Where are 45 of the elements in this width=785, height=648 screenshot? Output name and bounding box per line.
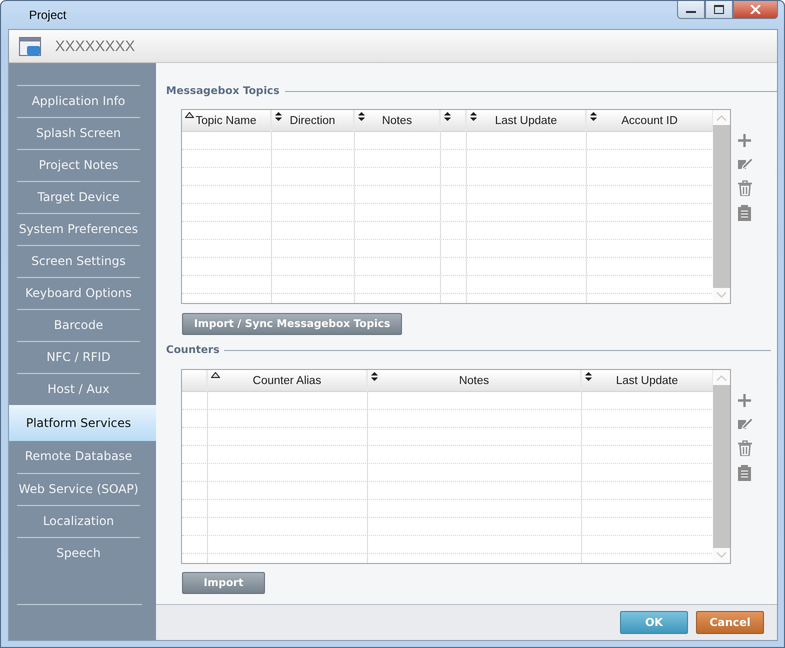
- sidebar-item[interactable]: Remote Database: [17, 441, 140, 473]
- sidebar-item[interactable]: Localization: [17, 505, 140, 537]
- sidebar-item[interactable]: Speech: [17, 537, 140, 569]
- edit-icon[interactable]: [736, 156, 752, 171]
- close-icon: [750, 5, 761, 14]
- sidebar-item[interactable]: Barcode: [17, 309, 140, 341]
- project-title: XXXXXXXX: [55, 38, 136, 54]
- window-title: Project: [29, 8, 66, 22]
- sidebar-item[interactable]: Target Device: [17, 181, 140, 213]
- window-icon: [19, 36, 41, 56]
- column-header[interactable]: Notes: [355, 110, 441, 132]
- edit-icon[interactable]: [736, 416, 752, 431]
- blank-column-header[interactable]: [441, 110, 467, 132]
- close-button[interactable]: [733, 1, 778, 19]
- add-icon[interactable]: [738, 394, 751, 407]
- column-header[interactable]: Topic Name: [182, 110, 272, 132]
- add-icon[interactable]: [738, 134, 751, 147]
- column-header[interactable]: Counter Alias: [208, 370, 368, 392]
- sidebar-item[interactable]: System Preferences: [17, 213, 140, 245]
- sidebar-item[interactable]: Application Info: [17, 85, 140, 117]
- sidebar-item[interactable]: Project Notes: [17, 149, 140, 181]
- sidebar-item[interactable]: Splash Screen: [17, 117, 140, 149]
- column-header[interactable]: Last Update: [467, 110, 587, 132]
- section-title: Counters: [166, 344, 220, 356]
- column-header[interactable]: Direction: [272, 110, 355, 132]
- sidebar-item[interactable]: NFC / RFID: [17, 341, 140, 373]
- column-header[interactable]: Notes: [368, 370, 582, 392]
- sidebar-item[interactable]: Platform Services: [9, 405, 156, 441]
- sidebar-item[interactable]: Keyboard Options: [17, 277, 140, 309]
- import-button[interactable]: Import: [182, 572, 265, 594]
- import-button[interactable]: Import / Sync Messagebox Topics: [182, 313, 402, 335]
- sidebar-item[interactable]: Web Service (SOAP): [17, 473, 140, 505]
- maximize-button[interactable]: [705, 1, 733, 19]
- paste-icon[interactable]: [738, 465, 751, 481]
- sidebar-item[interactable]: Screen Settings: [17, 245, 140, 277]
- maximize-icon: [714, 5, 724, 14]
- ok-button[interactable]: OK: [620, 611, 688, 634]
- cancel-button[interactable]: Cancel: [696, 611, 764, 634]
- column-header[interactable]: Last Update: [582, 370, 714, 392]
- delete-icon[interactable]: [738, 440, 752, 456]
- column-header[interactable]: Account ID: [587, 110, 714, 132]
- section-title: Messagebox Topics: [166, 85, 280, 97]
- minimize-button[interactable]: [677, 1, 705, 19]
- delete-icon[interactable]: [738, 180, 752, 196]
- paste-icon[interactable]: [738, 205, 751, 221]
